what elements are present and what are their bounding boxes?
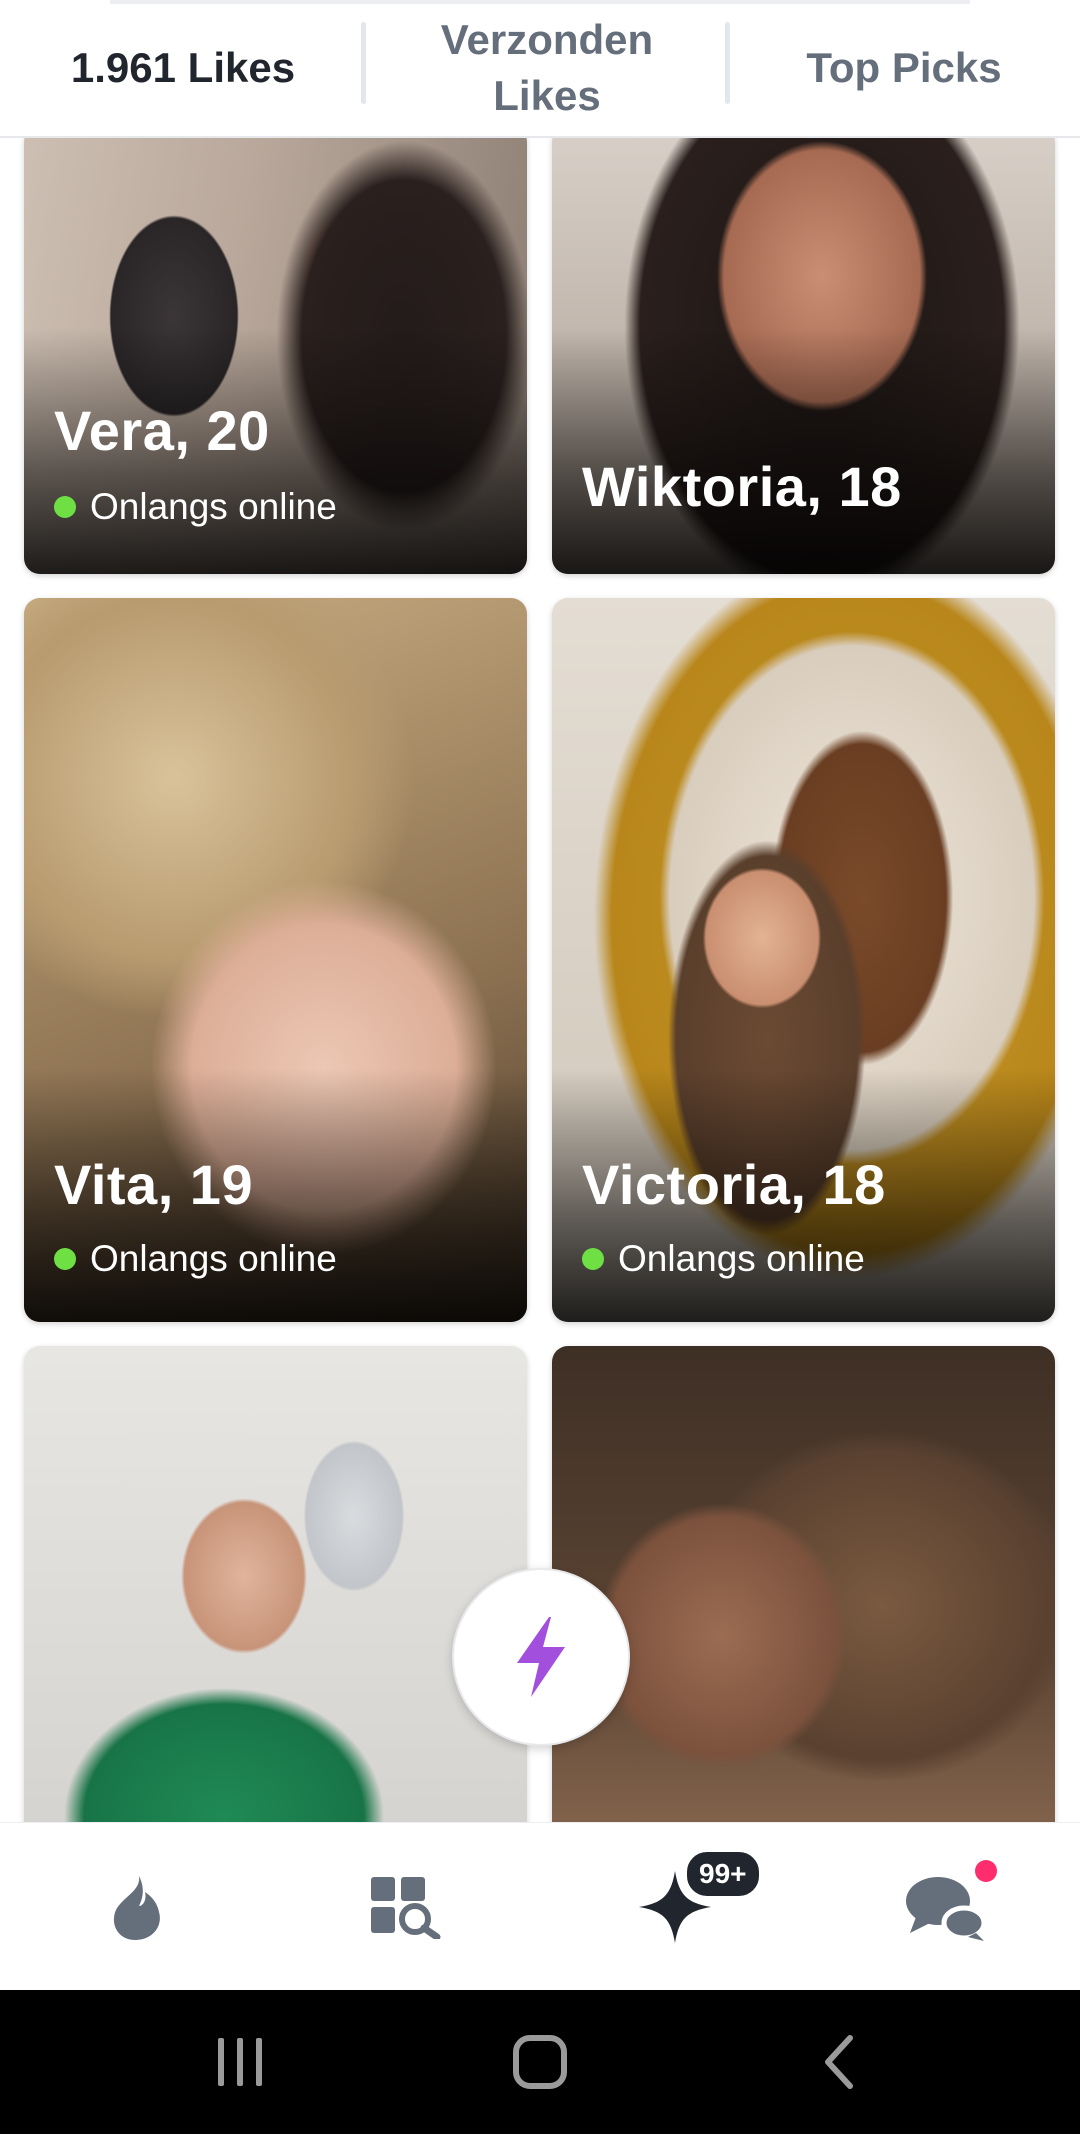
- online-status: Onlangs online: [54, 1238, 337, 1280]
- nav-explore[interactable]: [330, 1823, 480, 1991]
- profile-card-vera[interactable]: Vera, 20 Onlangs online: [24, 136, 527, 574]
- profile-name: Vita, 19: [54, 1153, 254, 1216]
- back-icon: [825, 2035, 853, 2089]
- tab-sent-likes-label-line2: Likes: [493, 72, 601, 119]
- online-dot-icon: [582, 1248, 604, 1270]
- message-notification-dot: [975, 1860, 997, 1882]
- chat-bubbles-icon: [906, 1877, 987, 1941]
- flame-icon: [113, 1876, 160, 1940]
- tab-top-picks-label: Top Picks: [806, 44, 1002, 91]
- boost-button[interactable]: [452, 1568, 630, 1746]
- profile-card-vita[interactable]: Vita, 19 Onlangs online: [24, 598, 527, 1322]
- profile-name: Vera, 20: [54, 399, 270, 462]
- home-button[interactable]: [490, 1990, 590, 2134]
- likes-tab-bar: 1.961 Likes Verzonden Likes Top Picks: [0, 0, 1080, 138]
- profile-card[interactable]: [24, 1346, 527, 1822]
- online-dot-icon: [54, 496, 76, 518]
- online-status-label: Onlangs online: [90, 486, 337, 527]
- tab-likes-label: 1.961 Likes: [70, 44, 296, 91]
- system-nav-bar: [0, 1990, 1080, 2134]
- online-status-label: Onlangs online: [90, 1238, 337, 1279]
- lightning-icon: [517, 1617, 565, 1697]
- profile-name: Wiktoria, 18: [582, 455, 902, 518]
- profile-photo: [552, 1346, 1055, 1822]
- profile-card-wiktoria[interactable]: Wiktoria, 18: [552, 136, 1055, 574]
- nav-discover[interactable]: [60, 1823, 210, 1991]
- back-button[interactable]: [790, 1990, 890, 2134]
- profile-name: Victoria, 18: [582, 1153, 886, 1216]
- online-dot-icon: [54, 1248, 76, 1270]
- tab-likes[interactable]: 1.961 Likes: [0, 0, 366, 136]
- profile-card-victoria[interactable]: Victoria, 18 Onlangs online: [552, 598, 1055, 1322]
- online-status: Onlangs online: [54, 486, 337, 528]
- photo-gradient: [552, 327, 1055, 574]
- explore-grid-icon: [371, 1877, 441, 1939]
- bottom-nav: [0, 1822, 1080, 1991]
- nav-messages[interactable]: [870, 1823, 1020, 1991]
- recent-apps-icon: [218, 2038, 262, 2086]
- tab-sent-likes[interactable]: Verzonden Likes: [366, 0, 728, 136]
- tab-sent-likes-label-line1: Verzonden: [440, 16, 654, 63]
- home-icon: [513, 2035, 567, 2089]
- profile-card[interactable]: [552, 1346, 1055, 1822]
- online-status-label: Onlangs online: [618, 1238, 865, 1279]
- online-status: Onlangs online: [582, 1238, 865, 1280]
- recent-apps-button[interactable]: [190, 1990, 290, 2134]
- profile-photo: [24, 1346, 527, 1822]
- tab-top-picks[interactable]: Top Picks: [728, 0, 1080, 136]
- likes-count-badge: 99+: [683, 1848, 763, 1900]
